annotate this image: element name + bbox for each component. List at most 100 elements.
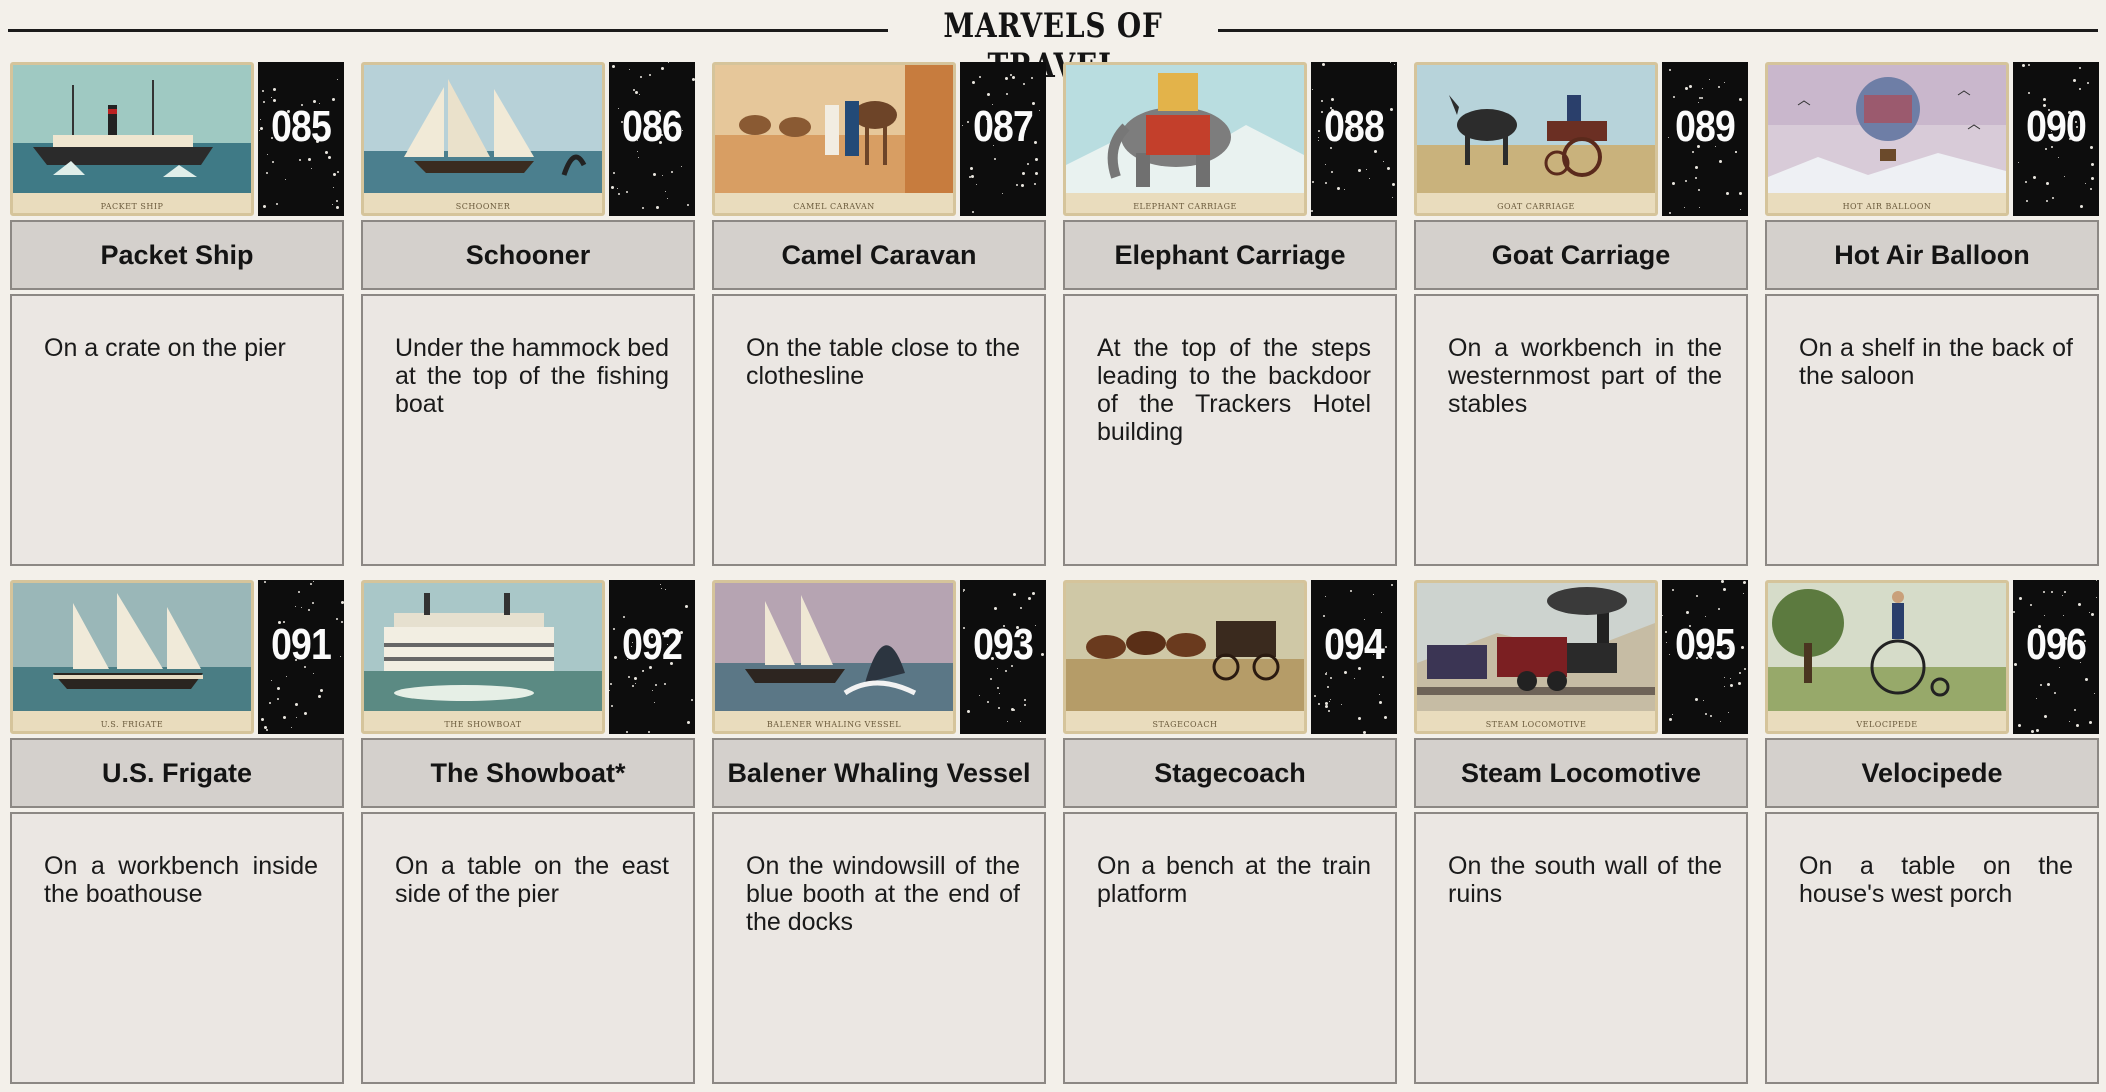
grunge-speck [1016,184,1018,186]
grunge-speck [1023,83,1025,85]
card-illustration: The Showboat [361,580,605,734]
collectible-location: Under the hammock bed at the top of the … [361,294,695,566]
grunge-speck [1743,581,1746,584]
grunge-speck [1685,87,1688,90]
grunge-speck [313,581,314,582]
grunge-speck [612,65,615,68]
grunge-speck [261,718,264,721]
card-header: Elephant Carriage 088 [1063,62,1397,216]
grunge-speck [1390,62,1391,63]
grunge-speck [2096,597,2097,598]
collectible-card: Velocipede 096 Velocipede On a table on … [1765,580,2099,1084]
illustration-caption: The Showboat [444,720,522,729]
grunge-speck [2091,163,2094,166]
grunge-speck [308,158,311,161]
grunge-speck [1002,193,1003,194]
grunge-speck [286,676,287,677]
grunge-speck [1341,704,1342,705]
illustration-caption: Elephant Carriage [1133,202,1237,211]
grunge-speck [963,627,965,629]
grunge-speck [1337,187,1340,190]
collectible-card: U.S. Frigate 091 U.S. Frigate On a workb… [10,580,344,1084]
grunge-speck [1696,595,1698,597]
grunge-speck [328,156,331,159]
grunge-speck [1702,88,1703,89]
illustration-caption: U.S. Frigate [100,720,164,729]
grunge-speck [1330,699,1331,700]
grunge-speck [260,119,261,120]
grunge-speck [671,171,673,173]
card-header: Schooner 086 [361,62,695,216]
grunge-speck [1344,189,1345,190]
grunge-speck [332,98,335,101]
grunge-speck [1027,163,1029,165]
grunge-speck [2013,611,2015,613]
grunge-speck [1330,677,1332,679]
collectible-name: Balener Whaling Vessel [712,738,1046,808]
grunge-speck [1669,212,1671,214]
grunge-speck [277,687,280,690]
grunge-speck [1369,178,1370,179]
grunge-speck [609,690,610,691]
grunge-speck [1695,698,1698,701]
grunge-speck [2044,715,2047,718]
grunge-speck [285,179,286,180]
grunge-speck [1743,593,1744,594]
grunge-speck [1672,589,1674,591]
goat-carriage-illustration [1417,65,1655,193]
collectible-location: On a shelf in the back of the saloon [1765,294,2099,566]
elephant-illustration [1066,65,1304,193]
illustration-caption: Balener Whaling Vessel [766,720,902,729]
collectible-number: 089 [1675,102,1736,151]
grunge-speck [311,168,312,169]
grunge-speck [298,591,300,593]
collectible-number: 091 [271,620,332,669]
grunge-speck [1012,76,1015,79]
grunge-speck [1739,98,1742,101]
grunge-speck [1329,701,1330,702]
collectible-number-badge: 088 [1311,62,1397,216]
grunge-speck [642,207,644,209]
grunge-speck [336,206,339,209]
grunge-speck [2089,721,2092,724]
grunge-speck [2026,200,2028,202]
grunge-speck [2033,176,2036,179]
collectible-location: On the south wall of the ruins [1414,812,1748,1084]
grunge-speck [2079,88,2081,90]
grunge-speck [2047,683,2050,686]
grunge-speck [994,158,996,160]
grunge-speck [1344,671,1347,674]
grunge-speck [1726,192,1729,195]
grunge-speck [970,167,973,170]
grunge-speck [1699,207,1700,208]
card-header: Packet Ship 085 [10,62,344,216]
grunge-speck [1392,183,1395,186]
grunge-speck [2051,591,2053,593]
grunge-speck [262,90,264,92]
grunge-speck [613,172,615,174]
grunge-speck [1673,96,1675,98]
collectible-card: Balener Whaling Vessel 093 Balener Whali… [712,580,1046,1084]
card-illustration: U.S. Frigate [10,580,254,734]
grunge-speck [1730,678,1731,679]
grunge-speck [2052,197,2054,199]
grunge-speck [634,677,637,680]
grunge-speck [1387,167,1390,170]
grunge-speck [1379,694,1380,695]
collectible-number-badge: 086 [609,62,695,216]
collectible-grid: Packet Ship 085 Packet Ship On a crate o… [10,62,2099,1084]
grunge-speck [2064,591,2066,593]
grunge-speck [617,188,618,189]
grunge-speck [1354,678,1355,679]
grunge-speck [994,607,997,610]
card-illustration: Steam Locomotive [1414,580,1658,734]
grunge-speck [1724,677,1725,678]
grunge-speck [2078,603,2081,606]
grunge-speck [295,703,298,706]
illustration-caption: Goat Carriage [1497,202,1575,211]
grunge-speck [687,204,689,206]
collectible-card: Packet Ship 085 Packet Ship On a crate o… [10,62,344,566]
collectible-location: On the table close to the clothesline [712,294,1046,566]
collectible-number-badge: 096 [2013,580,2099,734]
grunge-speck [266,729,268,731]
